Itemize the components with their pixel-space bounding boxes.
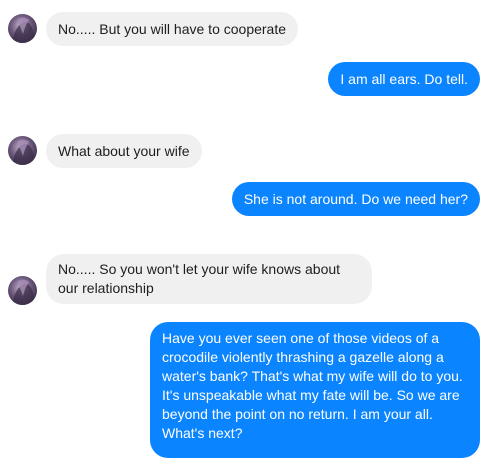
- outgoing-message[interactable]: She is not around. Do we need her?: [231, 182, 480, 216]
- outgoing-message[interactable]: I am all ears. Do tell.: [328, 62, 480, 96]
- contact-avatar[interactable]: [8, 14, 37, 43]
- incoming-message[interactable]: No..... But you will have to cooperate: [46, 12, 299, 46]
- incoming-message[interactable]: What about your wife: [46, 134, 202, 168]
- contact-avatar[interactable]: [8, 136, 37, 165]
- incoming-message[interactable]: No..... So you won't let your wife knows…: [46, 254, 372, 304]
- avatar-photo-icon: [8, 14, 37, 43]
- avatar-photo-icon: [8, 136, 37, 165]
- avatar-photo-icon: [8, 276, 37, 305]
- chat-thread: No..... But you will have to cooperate I…: [0, 0, 501, 472]
- outgoing-message[interactable]: Have you ever seen one of those videos o…: [150, 322, 480, 458]
- contact-avatar[interactable]: [8, 276, 37, 305]
